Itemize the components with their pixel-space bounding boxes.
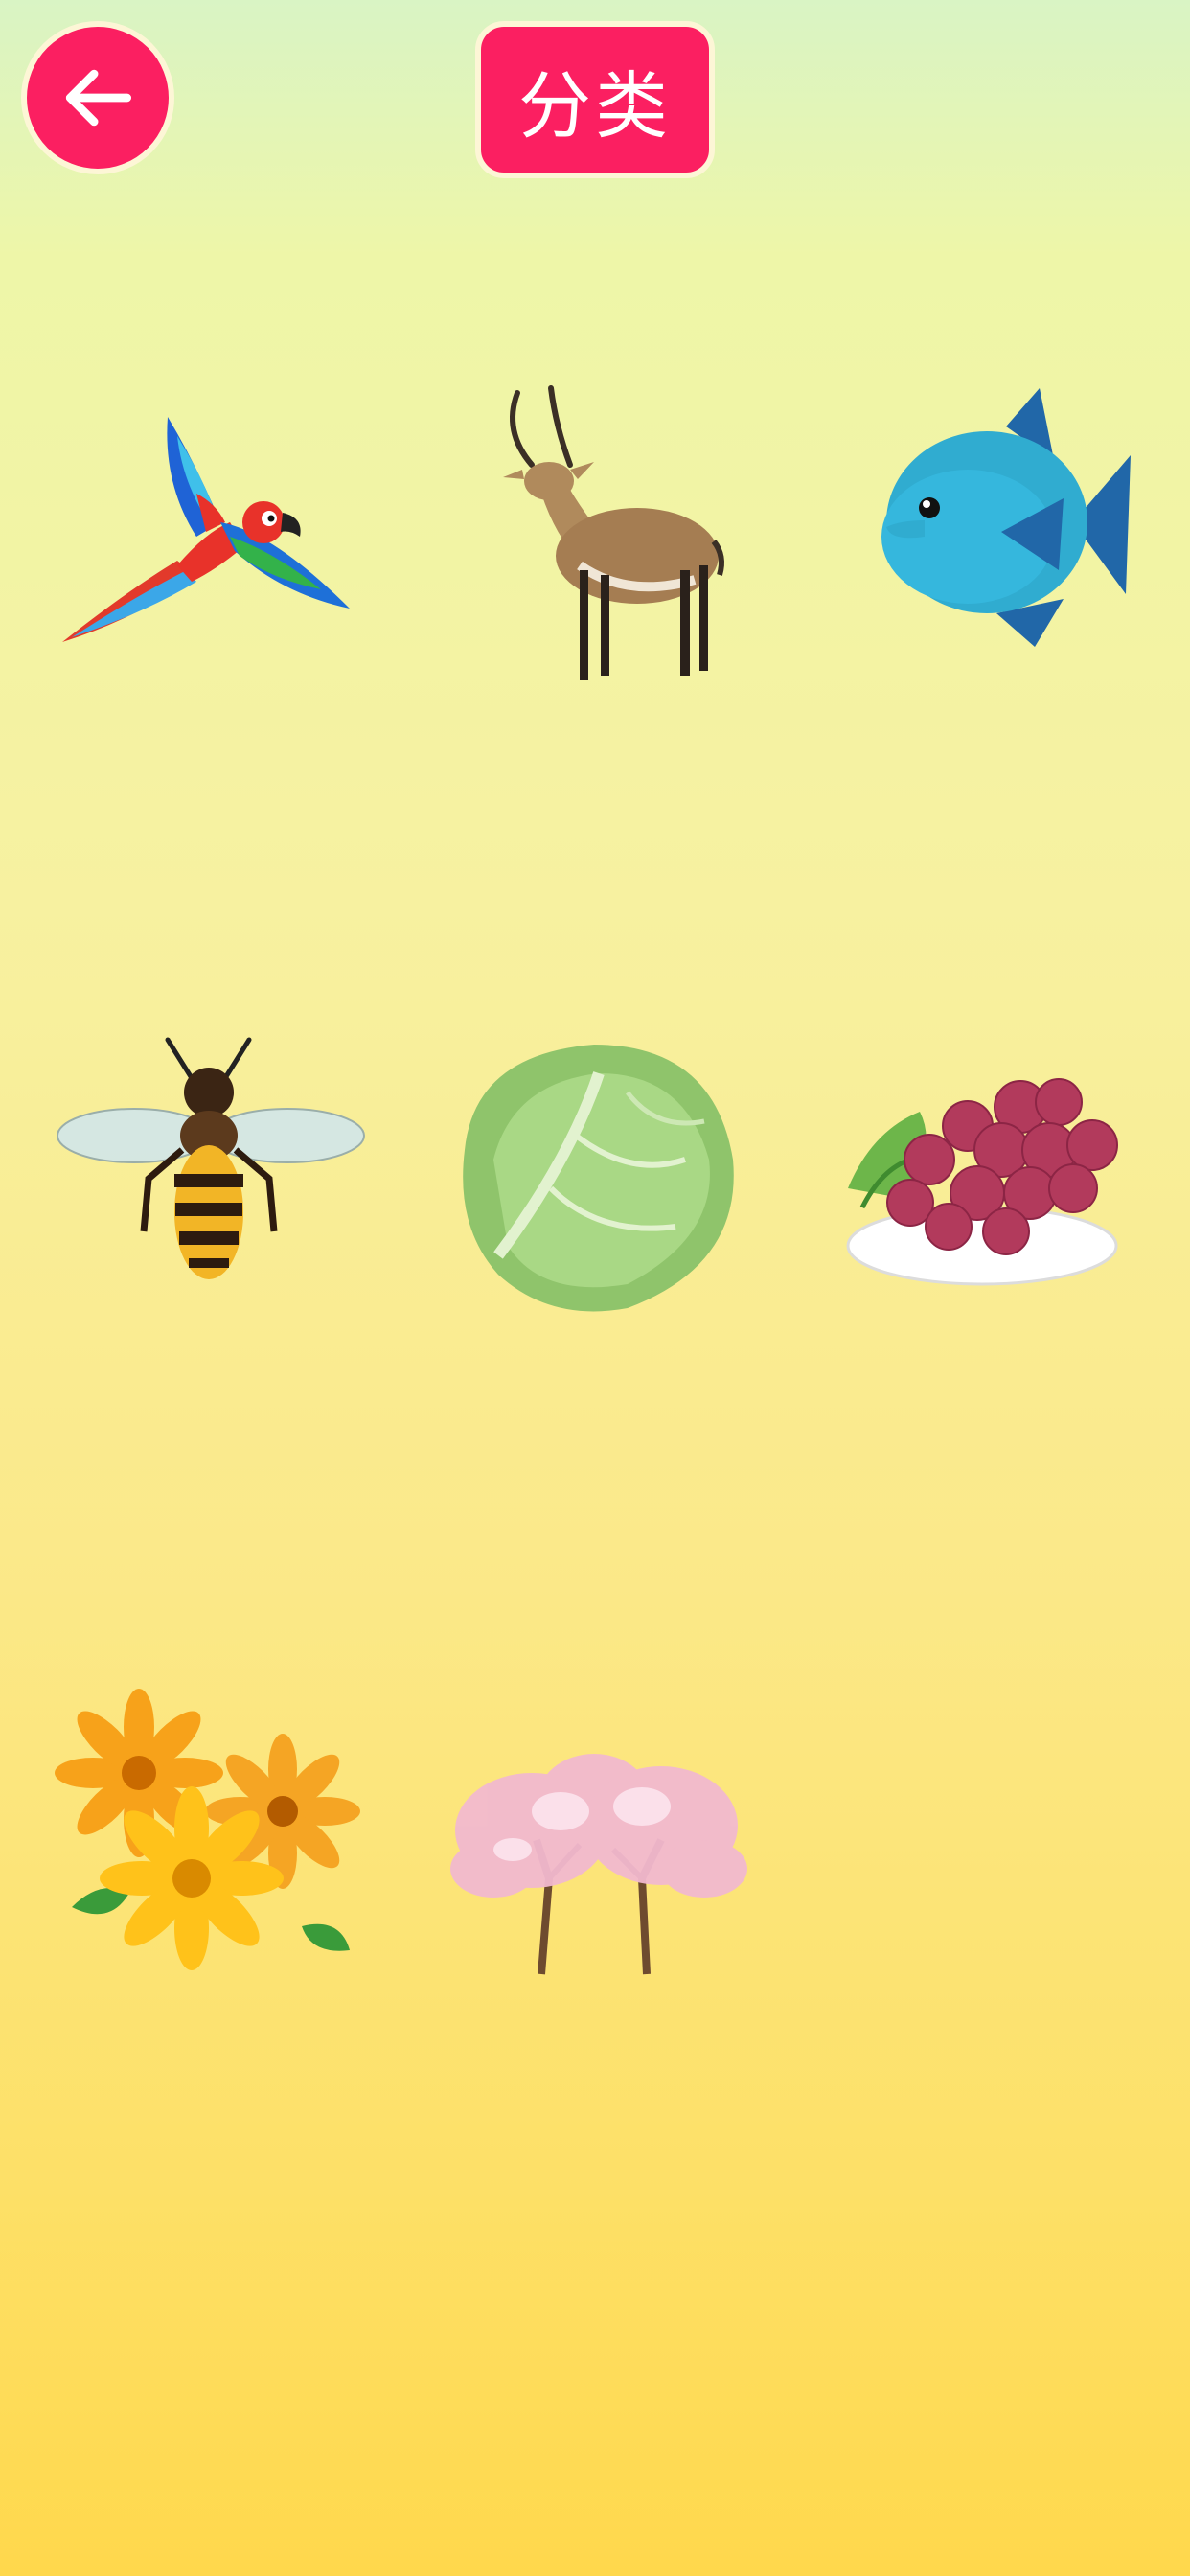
cabbage-image — [463, 1045, 734, 1312]
back-button[interactable] — [21, 21, 174, 174]
grapes-item[interactable] — [834, 1016, 1150, 1332]
bee-image — [57, 1037, 365, 1279]
flowers-image — [55, 1689, 360, 1970]
antelope-image — [503, 385, 724, 680]
parrot-image — [62, 417, 350, 642]
tree-image — [450, 1754, 747, 1975]
parrot-item[interactable] — [53, 379, 369, 695]
fish-item[interactable] — [834, 369, 1150, 685]
antelope-item[interactable] — [436, 374, 752, 690]
grapes-image — [846, 1078, 1118, 1286]
cherry-blossom-tree-item[interactable] — [436, 1687, 752, 2003]
bee-item[interactable] — [53, 1025, 369, 1342]
flowers-item[interactable] — [53, 1687, 369, 2003]
fish-image — [881, 388, 1131, 647]
cabbage-item[interactable] — [436, 1016, 752, 1332]
page-title: 分类 — [475, 21, 715, 178]
arrow-left-icon — [65, 69, 132, 126]
